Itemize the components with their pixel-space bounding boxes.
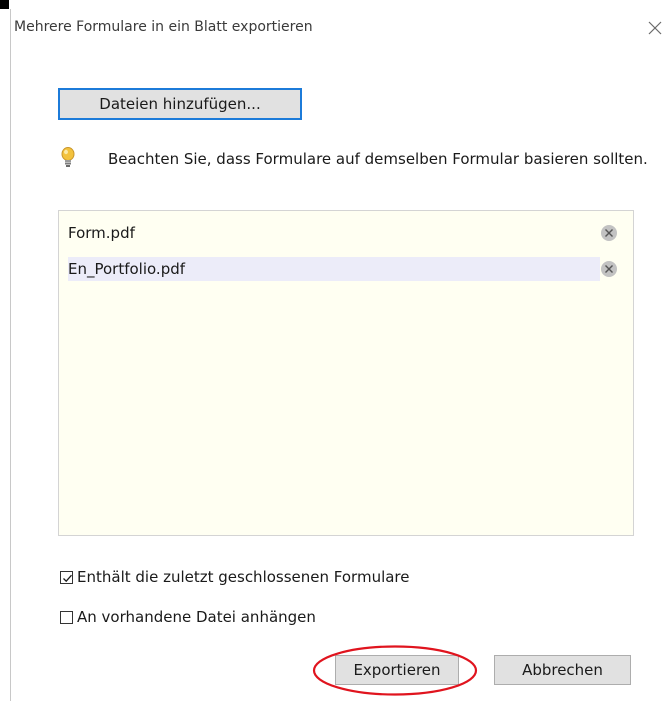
dialog-title: Mehrere Formulare in ein Blatt exportier…: [14, 19, 313, 35]
export-forms-dialog: Mehrere Formulare in ein Blatt exportier…: [0, 0, 668, 701]
file-list[interactable]: Form.pdf En_Portfolio.pdf: [58, 210, 634, 536]
add-files-button[interactable]: Dateien hinzufügen...: [58, 88, 302, 120]
remove-circle-icon[interactable]: [600, 224, 618, 242]
lightbulb-icon: [61, 147, 75, 169]
append-to-file-option[interactable]: An vorhandene Datei anhängen: [60, 607, 316, 627]
include-closed-forms-label: Enthält die zuletzt geschlossenen Formul…: [77, 568, 410, 586]
window-left-border: [10, 9, 11, 701]
cancel-button[interactable]: Abbrechen: [494, 655, 631, 685]
hint-text: Beachten Sie, dass Formulare auf demselb…: [108, 150, 648, 168]
window-top-edge: [0, 0, 668, 9]
close-icon[interactable]: [646, 19, 664, 37]
include-closed-forms-checkbox[interactable]: [60, 570, 73, 584]
top-left-corner-mark: [0, 0, 9, 9]
list-item[interactable]: Form.pdf: [68, 221, 600, 245]
list-item-selected[interactable]: En_Portfolio.pdf: [68, 257, 600, 281]
include-closed-forms-option[interactable]: Enthält die zuletzt geschlossenen Formul…: [60, 567, 410, 587]
remove-circle-icon[interactable]: [600, 260, 618, 278]
export-button[interactable]: Exportieren: [335, 655, 459, 685]
append-to-file-label: An vorhandene Datei anhängen: [77, 608, 316, 626]
append-to-file-checkbox[interactable]: [60, 610, 73, 624]
